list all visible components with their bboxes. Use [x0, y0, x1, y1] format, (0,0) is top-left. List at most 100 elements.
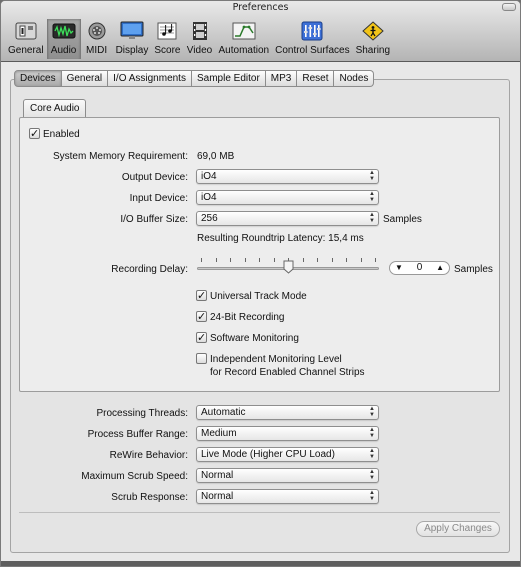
popup-arrows-icon: ▲ ▼ [369, 490, 375, 502]
apply-changes-button[interactable]: Apply Changes [416, 521, 500, 537]
toolbar-display-button[interactable]: Display [113, 19, 152, 59]
popup-arrows-icon: ▲ ▼ [369, 427, 375, 439]
max-scrub-speed-label: Maximum Scrub Speed: [81, 471, 188, 482]
rewire-behavior-label: ReWire Behavior: [109, 450, 188, 461]
universal-track-mode-label: Universal Track Mode [210, 291, 307, 302]
enabled-checkbox[interactable]: ✓ [29, 128, 40, 139]
monitor-icon [119, 21, 145, 41]
tab-io-assignments[interactable]: I/O Assignments [108, 70, 192, 87]
slider-tick [230, 258, 231, 262]
24-bit-recording-checkbox[interactable]: ✓ [196, 311, 207, 322]
latency-text: Resulting Roundtrip Latency: 15,4 ms [197, 233, 364, 244]
window-toolbar-area: Preferences General Audio MIDI Display S… [1, 1, 520, 62]
sharing-sign-icon [360, 21, 386, 41]
slider-tick [346, 258, 347, 262]
toolbar-audio-button[interactable]: Audio [46, 19, 81, 59]
slider-tick [317, 258, 318, 262]
midi-connector-icon [84, 21, 110, 41]
max-scrub-speed-value: Normal [201, 470, 234, 481]
toolbar-label: Display [115, 45, 149, 56]
independent-monitoring-label: Independent Monitoring Level [210, 354, 342, 365]
buffer-size-label: I/O Buffer Size: [120, 214, 188, 225]
toolbar-label: Audio [50, 45, 77, 56]
process-buffer-range-value: Medium [201, 428, 237, 439]
window-bottom-edge [1, 561, 520, 566]
rewire-behavior-value: Live Mode (Higher CPU Load) [201, 449, 335, 460]
toolbar-label: General [8, 45, 44, 56]
scrub-response-select[interactable]: Normal ▲ ▼ [196, 489, 379, 504]
buffer-size-select[interactable]: 256 ▲ ▼ [196, 211, 379, 226]
slider-tick [259, 258, 260, 262]
24-bit-recording-label: 24-Bit Recording [210, 312, 285, 323]
input-device-label: Input Device: [129, 193, 188, 204]
recording-delay-unit: Samples [454, 264, 493, 275]
toolbar-label: Score [154, 45, 181, 56]
toolbar-general-button[interactable]: General [5, 19, 47, 59]
popup-arrows-icon: ▲ ▼ [369, 212, 375, 224]
tab-core-audio[interactable]: Core Audio [23, 99, 87, 117]
scrub-response-value: Normal [201, 491, 234, 502]
processing-threads-select[interactable]: Automatic ▲ ▼ [196, 405, 379, 420]
preferences-tabs: Devices General I/O Assignments Sample E… [14, 70, 375, 87]
scrub-response-label: Scrub Response: [111, 492, 188, 503]
score-notes-icon [154, 21, 180, 41]
toolbar-video-button[interactable]: Video [184, 19, 216, 59]
toolbar-label: Automation [218, 45, 270, 56]
tab-general[interactable]: General [61, 70, 109, 87]
toolbar-automation-button[interactable]: Automation [216, 19, 273, 59]
recording-delay-stepper[interactable]: ▼ 0 ▲ [389, 261, 450, 275]
slider-tick [244, 258, 246, 262]
preferences-window: Preferences General Audio MIDI Display S… [0, 0, 521, 567]
divider [19, 512, 500, 513]
toolbar-score-button[interactable]: Score [151, 19, 183, 59]
software-monitoring-checkbox[interactable]: ✓ [196, 332, 207, 343]
tab-sample-editor[interactable]: Sample Editor [191, 70, 266, 87]
toolbar-toggle-button[interactable] [502, 3, 516, 11]
slider-tick [360, 258, 362, 262]
independent-monitoring-sublabel: for Record Enabled Channel Strips [210, 367, 365, 378]
slider-tick [375, 258, 376, 262]
control-surface-icon [299, 21, 325, 41]
audio-waveform-icon [51, 21, 77, 41]
slider-tick [273, 258, 275, 262]
processing-threads-value: Automatic [201, 407, 246, 418]
window-title: Preferences [232, 2, 289, 13]
toolbar-label: Sharing [355, 45, 391, 56]
process-buffer-range-select[interactable]: Medium ▲ ▼ [196, 426, 379, 441]
slider-tick [201, 258, 202, 262]
independent-monitoring-checkbox[interactable] [196, 353, 207, 364]
stepper-up-icon[interactable]: ▲ [436, 262, 444, 274]
recording-delay-label: Recording Delay: [111, 264, 188, 275]
universal-track-mode-checkbox[interactable]: ✓ [196, 290, 207, 301]
film-strip-icon [187, 21, 213, 41]
toolbar-sharing-button[interactable]: Sharing [353, 19, 393, 59]
output-device-label: Output Device: [121, 172, 188, 183]
output-device-select[interactable]: iO4 ▲ ▼ [196, 169, 379, 184]
popup-arrows-icon: ▲ ▼ [369, 448, 375, 460]
popup-arrows-icon: ▲ ▼ [369, 191, 375, 203]
system-memory-value: 69,0 MB [197, 151, 235, 162]
popup-arrows-icon: ▲ ▼ [369, 469, 375, 481]
buffer-size-unit: Samples [383, 214, 422, 225]
input-device-value: iO4 [201, 192, 217, 203]
processing-threads-label: Processing Threads: [96, 408, 188, 419]
toolbar-control-surfaces-button[interactable]: Control Surfaces [272, 19, 352, 59]
tab-reset[interactable]: Reset [297, 70, 335, 87]
max-scrub-speed-select[interactable]: Normal ▲ ▼ [196, 468, 379, 483]
tab-nodes[interactable]: Nodes [334, 70, 375, 87]
tab-mp3[interactable]: MP3 [265, 70, 298, 87]
slider-knob[interactable] [283, 260, 294, 274]
toolbar-label: Video [186, 45, 213, 56]
slider-tick [302, 258, 304, 262]
output-device-value: iO4 [201, 171, 217, 182]
rewire-behavior-select[interactable]: Live Mode (Higher CPU Load) ▲ ▼ [196, 447, 379, 462]
tab-devices[interactable]: Devices [14, 70, 62, 87]
input-device-select[interactable]: iO4 ▲ ▼ [196, 190, 379, 205]
buffer-size-value: 256 [201, 213, 218, 224]
toolbar: General Audio MIDI Display Score Video A… [5, 19, 393, 59]
process-buffer-range-label: Process Buffer Range: [87, 429, 188, 440]
toolbar-label: MIDI [86, 45, 108, 56]
toolbar-midi-button[interactable]: MIDI [81, 19, 113, 59]
slider-tick [331, 258, 333, 262]
slider-tick [215, 258, 217, 262]
